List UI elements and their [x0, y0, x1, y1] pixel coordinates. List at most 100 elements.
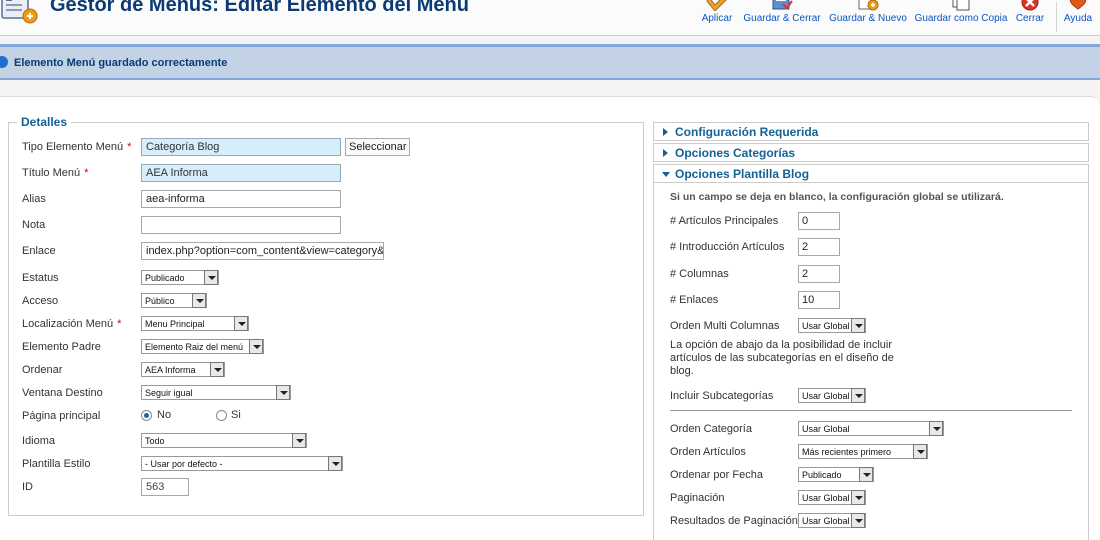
menu-item-type-label: Tipo Elemento Menú * [22, 141, 132, 153]
target-window-select[interactable]: Seguir igual [141, 385, 291, 400]
save-copy-icon [952, 0, 970, 11]
chevron-down-icon [851, 490, 865, 505]
save-close-button[interactable]: Guardar & Cerrar [743, 0, 821, 30]
chevron-down-icon [249, 339, 263, 354]
pagination-results-value: Usar Global [802, 516, 850, 526]
include-subcategories-label: Incluir Subcategorías [670, 390, 774, 402]
template-style-select-value: - Usar por defecto - [145, 459, 223, 469]
date-order-select[interactable]: Publicado [798, 467, 874, 482]
parent-item-select[interactable]: Elemento Raiz del menú [141, 339, 264, 354]
home-page-label: Página principal [22, 410, 101, 422]
access-label: Acceso [22, 295, 59, 307]
access-row: Acceso Público [9, 292, 639, 312]
select-type-button[interactable]: Seleccionar [345, 138, 411, 156]
page-title: Gestor de Menus: Editar Elemento del Men… [50, 0, 469, 16]
chevron-down-icon [929, 421, 943, 436]
ordering-select[interactable]: AEA Informa [141, 362, 225, 377]
target-window-select-value: Seguir igual [145, 388, 193, 398]
pagination-row: Paginación Usar Global [654, 489, 1084, 509]
toolbar-header: Gestor de Menus: Editar Elemento del Men… [0, 0, 1100, 36]
pagination-results-select[interactable]: Usar Global [798, 513, 866, 528]
save-new-label: Guardar & Nuevo [829, 13, 907, 24]
save-close-label: Guardar & Cerrar [743, 13, 821, 24]
pagination-select[interactable]: Usar Global [798, 490, 866, 505]
category-order-select[interactable]: Usar Global [798, 421, 944, 436]
menu-title-label: Título Menú * [22, 167, 89, 179]
alias-input[interactable]: aea-informa [141, 190, 341, 208]
menu-location-label: Localización Menú * [22, 318, 122, 330]
columns-input[interactable]: 2 [798, 265, 840, 283]
article-order-select[interactable]: Más recientes primero [798, 444, 928, 459]
leading-articles-input[interactable]: 0 [798, 212, 840, 230]
system-message: Elemento Menú guardado correctamente [0, 44, 1100, 80]
note-row: Nota [9, 216, 639, 236]
links-input[interactable]: 10 [798, 291, 840, 309]
menu-manager-logo-icon [0, 0, 38, 26]
menu-location-select[interactable]: Menu Principal [141, 316, 249, 331]
required-config-title: Configuración Requerida [675, 125, 819, 139]
intro-articles-input[interactable]: 2 [798, 238, 840, 256]
accordion-required-config[interactable]: Configuración Requerida [653, 122, 1089, 141]
access-select[interactable]: Público [141, 293, 207, 308]
pagination-results-row: Resultados de Paginación Usar Global [654, 512, 1084, 532]
required-star: * [117, 318, 122, 330]
save-close-icon [772, 0, 793, 10]
article-order-row: Orden Artículos Más recientes primero [654, 443, 1084, 463]
status-label: Estatus [22, 272, 59, 284]
help-button[interactable]: Ayuda [1060, 0, 1096, 30]
toolbar-divider [1056, 2, 1057, 32]
chevron-down-icon [292, 433, 306, 448]
accordion-blog-options[interactable]: Opciones Plantilla Blog [653, 164, 1089, 183]
multi-column-order-value: Usar Global [802, 321, 850, 331]
pagination-value: Usar Global [802, 493, 850, 503]
template-style-select[interactable]: - Usar por defecto - [141, 456, 343, 471]
save-new-button[interactable]: Guardar & Nuevo [829, 0, 907, 30]
target-window-row: Ventana Destino Seguir igual [9, 384, 639, 404]
links-label: # Enlaces [670, 294, 719, 306]
date-order-value: Publicado [802, 470, 842, 480]
message-text: Elemento Menú guardado correctamente [14, 57, 228, 69]
section-divider [670, 410, 1072, 411]
details-fieldset: Detalles Tipo Elemento Menú * Categoría B… [8, 115, 644, 516]
language-select[interactable]: Todo [141, 433, 307, 448]
date-order-label: Ordenar por Fecha [670, 469, 763, 481]
chevron-down-icon [204, 270, 218, 285]
note-input[interactable] [141, 216, 341, 234]
help-label: Ayuda [1063, 13, 1093, 24]
category-order-label: Orden Categoría [670, 423, 752, 435]
parent-item-label: Elemento Padre [22, 341, 101, 353]
article-order-value: Más recientes primero [802, 447, 892, 457]
status-select-value: Publicado [145, 273, 185, 283]
close-button[interactable]: Cerrar [1012, 0, 1048, 30]
include-subcategories-select[interactable]: Usar Global [798, 388, 866, 403]
menu-item-type-field: Categoría Blog [141, 138, 341, 156]
save-new-icon [858, 0, 879, 11]
home-yes-radio[interactable] [216, 410, 227, 421]
save-copy-button[interactable]: Guardar como Copia [915, 0, 1007, 30]
id-field: 563 [141, 478, 189, 496]
category-options-title: Opciones Categorías [675, 146, 796, 160]
chevron-down-icon [210, 362, 224, 377]
parent-item-row: Elemento Padre Elemento Raiz del menú [9, 338, 639, 358]
template-style-row: Plantilla Estilo - Usar por defecto - [9, 455, 639, 475]
home-no-radio[interactable] [141, 410, 152, 421]
category-order-value: Usar Global [802, 424, 850, 434]
menu-location-row: Localización Menú * Menu Principal [9, 315, 639, 335]
menu-item-type-row: Tipo Elemento Menú * Categoría Blog Selec… [9, 138, 639, 158]
blank-field-note: Si un campo se deja en blanco, la config… [670, 191, 1004, 203]
apply-button[interactable]: Aplicar [700, 0, 734, 30]
access-select-value: Público [145, 296, 175, 306]
accordion-category-options[interactable]: Opciones Categorías [653, 143, 1089, 162]
links-row: # Enlaces 10 [654, 291, 1084, 311]
note-label: Nota [22, 219, 46, 231]
ordering-row: Ordenar AEA Informa [9, 361, 639, 381]
category-order-row: Orden Categoría Usar Global [654, 420, 1084, 440]
leading-articles-row: # Artículos Principales 0 [654, 212, 1084, 232]
triangle-right-icon [663, 149, 668, 157]
status-select[interactable]: Publicado [141, 270, 219, 285]
chevron-down-icon [328, 456, 342, 471]
intro-articles-label: # Introducción Artículos [670, 241, 785, 253]
menu-title-input[interactable]: AEA Informa [141, 164, 341, 182]
chevron-down-icon [276, 385, 290, 400]
multi-column-order-select[interactable]: Usar Global [798, 318, 866, 333]
